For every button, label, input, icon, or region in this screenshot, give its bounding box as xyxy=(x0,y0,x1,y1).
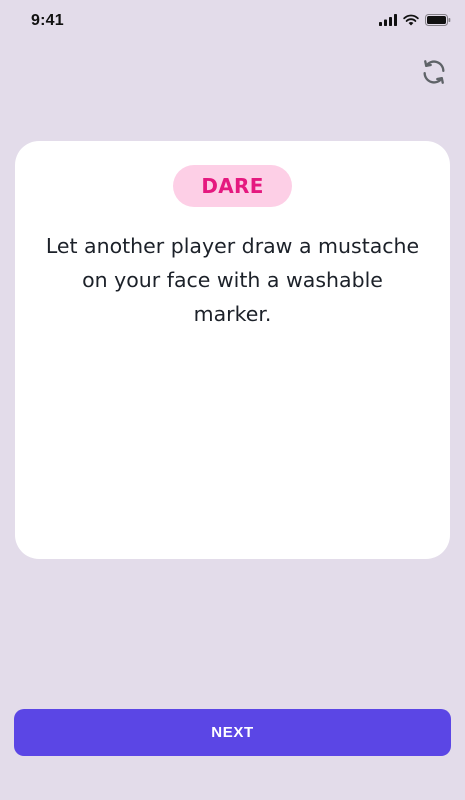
refresh-icon xyxy=(420,58,448,90)
status-time: 9:41 xyxy=(31,12,64,29)
next-button[interactable]: NEXT xyxy=(14,709,451,756)
status-bar: 9:41 xyxy=(0,0,465,44)
wifi-icon xyxy=(403,14,419,26)
card-prompt-text: Let another player draw a mustache on yo… xyxy=(45,234,420,326)
cellular-signal-icon xyxy=(379,14,397,26)
prompt-card: DARE Let another player draw a mustache … xyxy=(15,141,450,559)
battery-icon xyxy=(425,14,451,26)
refresh-button[interactable] xyxy=(418,58,450,90)
status-icons xyxy=(379,14,451,26)
card-type-badge: DARE xyxy=(173,165,292,207)
